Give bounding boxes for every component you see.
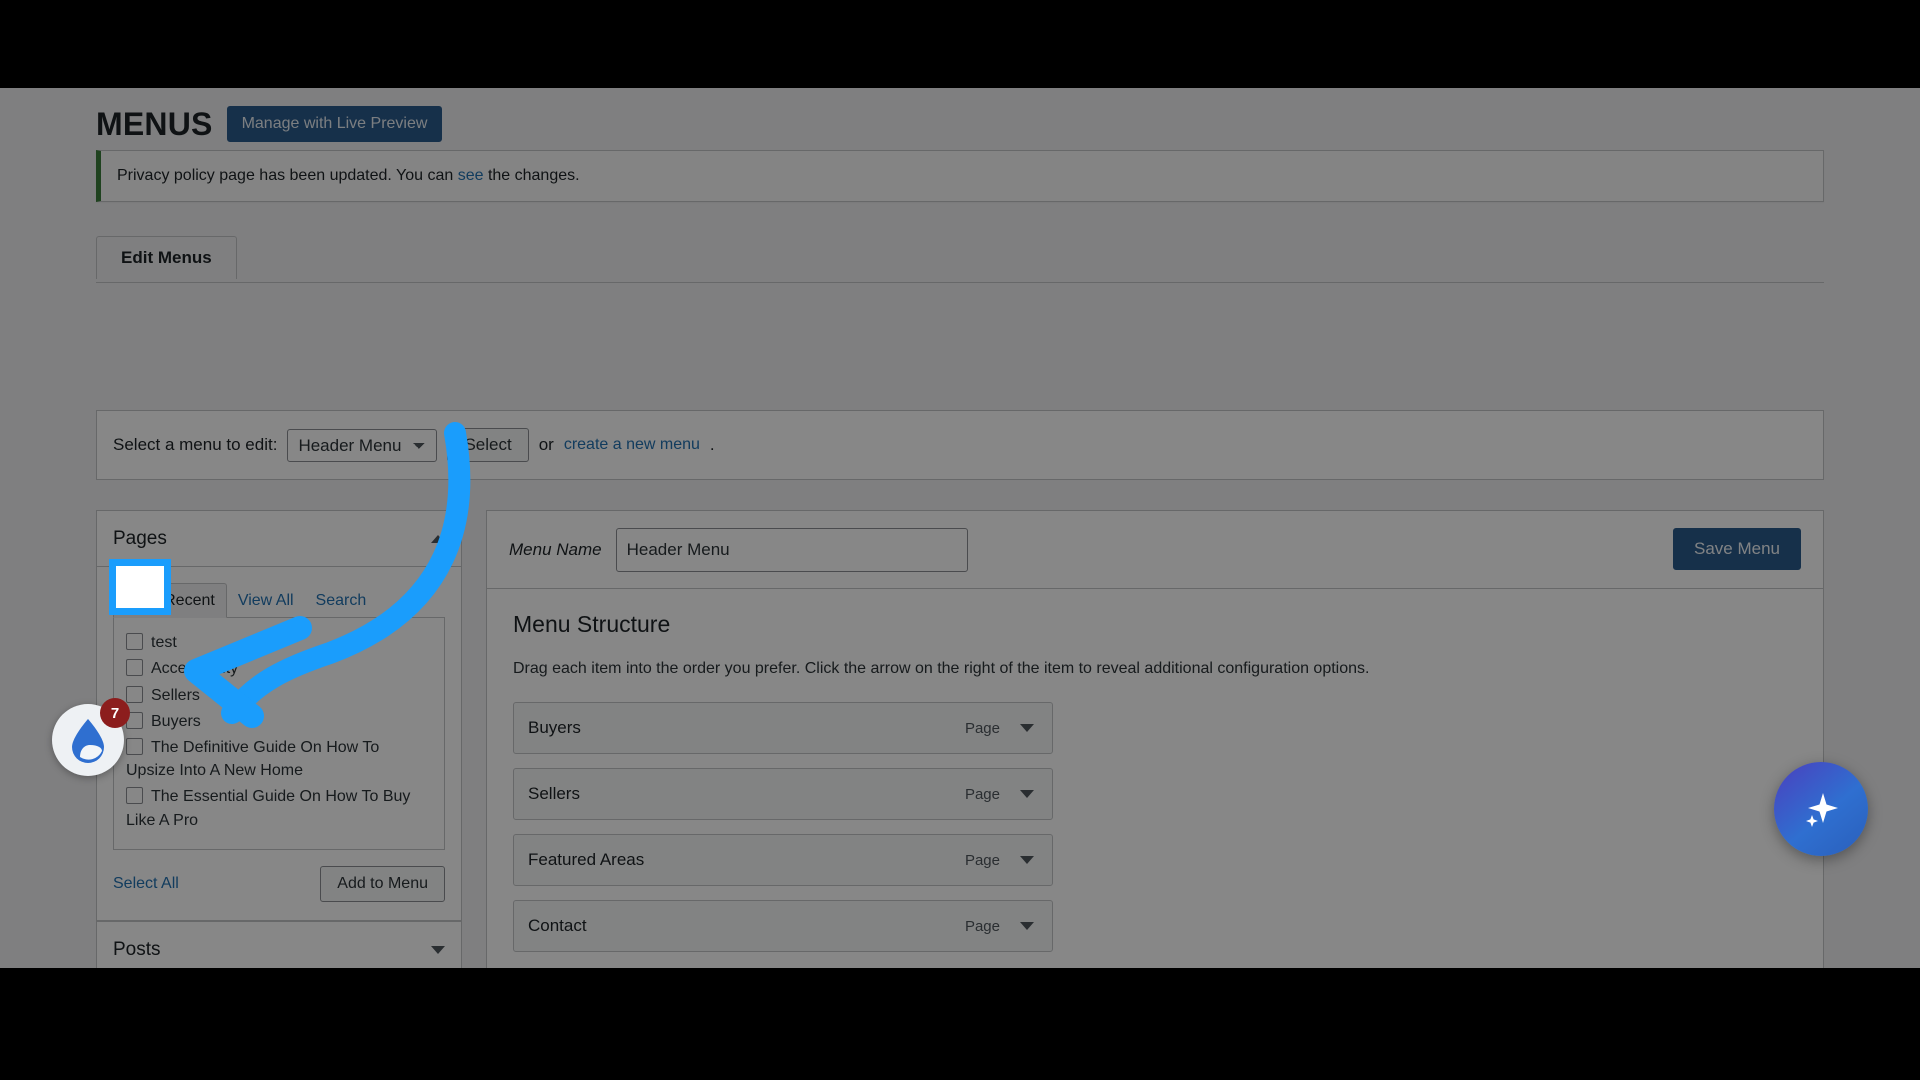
list-item[interactable]: test [126, 631, 432, 654]
menu-structure-title: Menu Structure [513, 611, 671, 637]
pages-panel-header[interactable]: Pages [97, 511, 461, 567]
notice-see-link[interactable]: see [458, 167, 484, 184]
menu-item-label: Featured Areas [528, 850, 645, 869]
page-label: The Definitive Guide On How To Upsize In… [126, 738, 380, 780]
chevron-down-icon[interactable] [1020, 922, 1034, 930]
page-title: MENUS [96, 105, 213, 142]
menu-item-row[interactable]: Featured Areas Page [513, 834, 1053, 886]
menu-item-label: Buyers [528, 718, 581, 737]
menu-item-row[interactable]: Sellers Page [513, 768, 1053, 820]
menu-item-label: Sellers [528, 784, 580, 803]
page-label: Sellers [151, 686, 200, 704]
wordpress-admin-page: MENUS Manage with Live Preview Privacy p… [0, 88, 1920, 968]
page-checkbox-definitive-guide[interactable] [126, 737, 143, 755]
list-item[interactable]: The Definitive Guide On How To Upsize In… [126, 736, 432, 782]
menu-name-bar: Menu Name Save Menu [487, 511, 1823, 589]
menu-item-type: Page [964, 785, 1000, 803]
letterbox-top [0, 0, 1920, 88]
page-label: test [151, 634, 177, 652]
create-new-menu-link[interactable]: create a new menu [564, 436, 700, 454]
page-checkbox-sellers[interactable] [126, 685, 143, 703]
tab-edit-menus[interactable]: Edit Menus [96, 236, 237, 280]
add-to-menu-button[interactable]: Add to Menu [320, 865, 445, 902]
chevron-down-icon[interactable] [1020, 790, 1034, 798]
highlight-box-test-checkbox [116, 566, 164, 608]
pages-checkbox-list: test Accessibility Sellers Buyers The De… [113, 618, 445, 850]
pages-panel-title: Pages [113, 527, 167, 549]
chevron-down-icon[interactable] [1020, 724, 1034, 732]
letterbox-bottom [0, 968, 1920, 1080]
page-checkbox-accessibility[interactable] [126, 659, 143, 677]
page-checkbox-essential-guide[interactable] [126, 787, 143, 805]
menu-editor-panel: Menu Name Save Menu Menu Structure Drag … [486, 510, 1824, 968]
chevron-down-icon[interactable] [1020, 856, 1034, 864]
subtab-view-all[interactable]: View All [227, 584, 305, 617]
posts-panel: Posts [96, 920, 462, 968]
page-heading-row: MENUS Manage with Live Preview [96, 105, 443, 142]
posts-panel-header[interactable]: Posts [97, 922, 461, 968]
menu-selector-bar: Select a menu to edit: Header Menu Selec… [96, 410, 1824, 480]
menu-item-row[interactable]: Buyers Page [513, 702, 1053, 754]
privacy-policy-notice: Privacy policy page has been updated. Yo… [96, 150, 1824, 202]
manage-with-live-preview-button[interactable]: Manage with Live Preview [226, 106, 443, 142]
menu-item-type: Page [964, 719, 1000, 737]
chevron-down-icon[interactable] [431, 945, 445, 954]
save-menu-button[interactable]: Save Menu [1673, 528, 1801, 570]
page-label: Buyers [151, 712, 201, 730]
page-label: The Essential Guide On How To Buy Like A… [126, 788, 411, 829]
water-drop-icon [72, 719, 104, 763]
period-text: . [709, 435, 715, 454]
page-checkbox-test[interactable] [126, 633, 143, 651]
tab-nav: Edit Menus [96, 236, 1824, 283]
pages-panel-body: Most Recent View All Search test Accessi… [97, 567, 461, 920]
notice-text: Privacy policy page has been updated. Yo… [117, 167, 580, 185]
menu-item-label: Contact [528, 916, 587, 935]
menu-item-type: Page [964, 851, 1000, 869]
screen-root: MENUS Manage with Live Preview Privacy p… [0, 0, 1920, 1080]
ai-assistant-button[interactable] [1774, 762, 1868, 856]
chevron-up-icon[interactable] [431, 534, 445, 543]
menu-structure-hint: Drag each item into the order you prefer… [513, 660, 1370, 677]
page-label: Accessibility [151, 660, 239, 678]
notification-badge: 7 [100, 698, 130, 728]
posts-panel-title: Posts [113, 938, 161, 960]
notice-text-before: Privacy policy page has been updated. Yo… [117, 167, 458, 184]
select-button[interactable]: Select [447, 428, 529, 462]
or-text: or [538, 435, 554, 454]
subtab-search[interactable]: Search [305, 584, 378, 617]
list-item[interactable]: Accessibility [126, 657, 432, 680]
menu-name-label: Menu Name [509, 539, 602, 559]
menu-structure-section: Menu Structure Drag each item into the o… [487, 589, 1823, 968]
notice-text-after: the changes. [483, 167, 580, 184]
sparkle-icon [1806, 793, 1838, 827]
list-item[interactable]: Buyers [126, 710, 432, 733]
pages-list-actions: Select All Add to Menu [113, 865, 445, 902]
menu-select-dropdown[interactable]: Header Menu [287, 428, 438, 462]
menu-item-type: Page [964, 917, 1000, 935]
menu-selector-label: Select a menu to edit: [113, 435, 278, 454]
menu-name-input[interactable] [615, 527, 968, 572]
menu-item-row[interactable]: Contact Page [513, 900, 1053, 952]
select-all-link[interactable]: Select All [113, 875, 179, 893]
list-item[interactable]: Sellers [126, 684, 432, 707]
list-item[interactable]: The Essential Guide On How To Buy Like A… [126, 785, 432, 831]
